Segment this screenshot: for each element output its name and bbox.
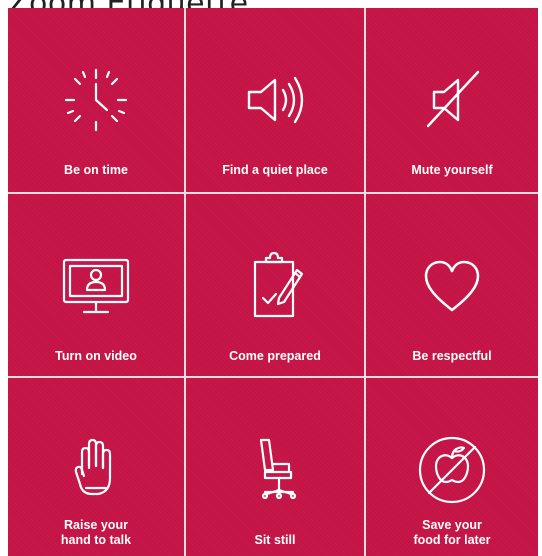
tile-label: Mute yourself xyxy=(411,163,493,177)
monitor-person-icon xyxy=(56,246,136,326)
speaker-icon xyxy=(235,60,315,140)
tile-be-respectful: Be respectful xyxy=(366,194,538,378)
tile-turn-on-video: Turn on video xyxy=(8,194,186,378)
clock-icon xyxy=(56,60,136,140)
tile-label: Sit still xyxy=(254,533,296,547)
no-food-icon xyxy=(412,430,492,510)
clipboard-pen-icon xyxy=(235,246,315,326)
office-chair-icon xyxy=(235,430,315,510)
tile-label: Turn on video xyxy=(55,349,137,363)
etiquette-grid: Be on time Find a quiet place Mute yours… xyxy=(8,8,538,556)
etiquette-panel: Be on time Find a quiet place Mute yours… xyxy=(8,8,538,556)
tile-label: Be on time xyxy=(64,163,128,177)
raised-hand-icon xyxy=(56,430,136,510)
tile-label: Find a quiet place xyxy=(222,163,328,177)
tile-label: Raise your hand to talk xyxy=(60,518,132,547)
tile-sit-still: Sit still xyxy=(186,378,366,556)
tile-be-on-time: Be on time xyxy=(8,8,186,194)
heart-icon xyxy=(412,246,492,326)
tile-label: Come prepared xyxy=(229,349,321,363)
tile-raise-your-hand: Raise your hand to talk xyxy=(8,378,186,556)
tile-find-a-quiet-place: Find a quiet place xyxy=(186,8,366,194)
tile-save-your-food: Save your food for later xyxy=(366,378,538,556)
tile-label: Save your food for later xyxy=(413,518,491,547)
tile-mute-yourself: Mute yourself xyxy=(366,8,538,194)
muted-speaker-icon xyxy=(412,60,492,140)
tile-label: Be respectful xyxy=(412,349,492,363)
tile-come-prepared: Come prepared xyxy=(186,194,366,378)
